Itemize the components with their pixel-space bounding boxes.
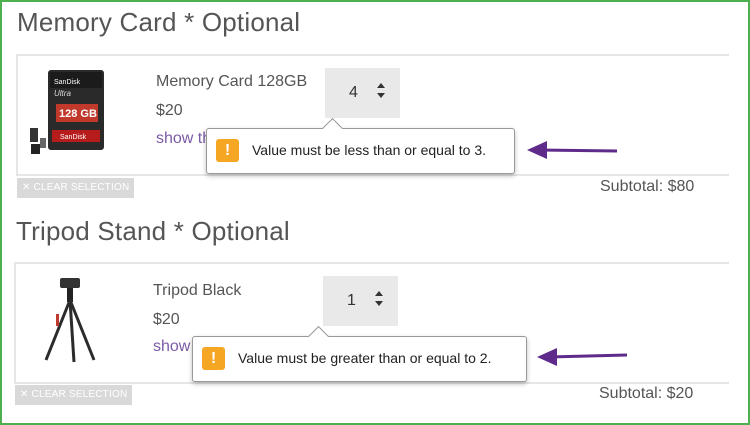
warning-icon: ! bbox=[216, 139, 239, 162]
tooltip-message: Value must be less than or equal to 3. bbox=[252, 142, 486, 158]
tooltip-message: Value must be greater than or equal to 2… bbox=[238, 350, 492, 366]
memory-card-image: SanDisk Ultra 128 GB SanDisk bbox=[30, 70, 104, 154]
spin-up-icon[interactable] bbox=[377, 83, 385, 88]
validation-tooltip: ! Value must be less than or equal to 3. bbox=[206, 117, 515, 174]
stepper-arrows[interactable] bbox=[374, 288, 384, 314]
product-price: $20 bbox=[156, 102, 183, 119]
svg-text:SanDisk: SanDisk bbox=[54, 79, 81, 86]
purple-arrow-icon bbox=[537, 348, 628, 366]
quantity-stepper[interactable]: 1 bbox=[323, 276, 398, 326]
show-details-link[interactable]: show bbox=[153, 338, 190, 356]
spin-down-icon[interactable] bbox=[377, 93, 385, 98]
subtotal: Subtotal: $20 bbox=[599, 385, 694, 402]
subtotal: Subtotal: $80 bbox=[600, 178, 695, 195]
clear-selection-button[interactable]: ✕ CLEAR SELECTION bbox=[15, 385, 133, 405]
section-title-memory-card: Memory Card * Optional bbox=[17, 7, 301, 37]
validation-tooltip: ! Value must be greater than or equal to… bbox=[192, 325, 527, 382]
spin-down-icon[interactable] bbox=[375, 301, 383, 306]
purple-arrow-icon bbox=[527, 141, 618, 159]
product-price: $20 bbox=[153, 311, 180, 328]
product-name: Memory Card 128GB bbox=[156, 73, 308, 90]
show-details-link[interactable]: show th bbox=[156, 130, 211, 148]
quantity-value: 1 bbox=[347, 292, 356, 309]
section-title-tripod-stand: Tripod Stand * Optional bbox=[16, 216, 290, 246]
quantity-stepper[interactable]: 4 bbox=[325, 68, 400, 118]
quantity-value: 4 bbox=[349, 84, 358, 101]
product-name: Tripod Black bbox=[153, 282, 242, 299]
svg-text:Ultra: Ultra bbox=[54, 89, 71, 98]
tripod-image bbox=[44, 278, 96, 363]
svg-text:128 GB: 128 GB bbox=[59, 108, 97, 120]
svg-text:SanDisk: SanDisk bbox=[60, 134, 87, 141]
spin-up-icon[interactable] bbox=[375, 291, 383, 296]
clear-selection-button[interactable]: ✕ CLEAR SELECTION bbox=[17, 178, 135, 198]
warning-icon: ! bbox=[202, 347, 225, 370]
stepper-arrows[interactable] bbox=[376, 80, 386, 106]
